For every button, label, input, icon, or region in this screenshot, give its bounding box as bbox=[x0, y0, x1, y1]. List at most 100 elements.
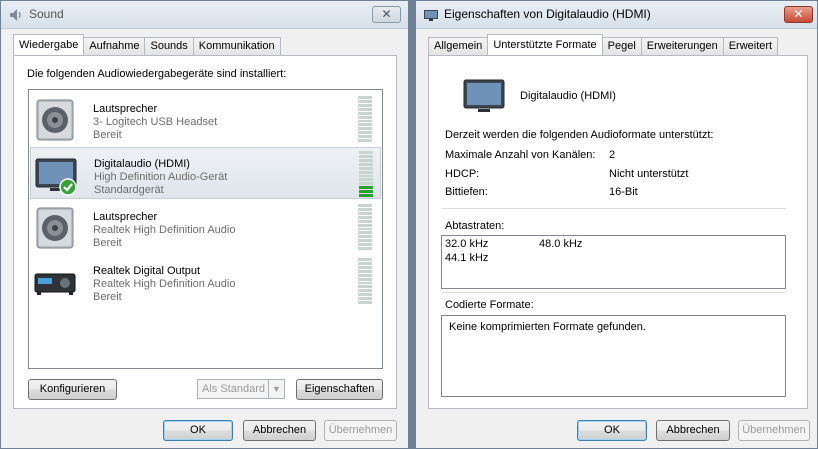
device-name: Lautsprecher bbox=[93, 211, 158, 223]
level-meter-segment bbox=[358, 131, 372, 135]
sample-rate-item: 44.1 kHz bbox=[445, 252, 489, 264]
device-item-realtek-digital[interactable]: Realtek Digital Output Realtek High Defi… bbox=[30, 255, 381, 307]
level-meter-segment bbox=[359, 154, 373, 158]
cancel-button[interactable]: Abbrechen bbox=[243, 420, 316, 441]
tab-erweiterungen[interactable]: Erweiterungen bbox=[640, 37, 724, 55]
encoded-formats-list[interactable]: Keine komprimierten Formate gefunden. bbox=[441, 315, 786, 397]
level-meter-segment bbox=[358, 127, 372, 131]
level-meter-segment bbox=[358, 227, 372, 231]
tab-wiedergabe[interactable]: Wiedergabe bbox=[13, 34, 85, 55]
prop-label-hdcp: HDCP: bbox=[445, 168, 480, 180]
level-meter-segment bbox=[359, 166, 373, 170]
tab-unterstuetzte-formate[interactable]: Unterstützte Formate bbox=[487, 34, 603, 55]
sound-tabs: Wiedergabe Aufnahme Sounds Kommunikation bbox=[13, 34, 281, 55]
level-meter bbox=[358, 204, 372, 251]
level-meter-segment bbox=[359, 194, 373, 198]
prop-value-bitdepth: 16-Bit bbox=[609, 186, 638, 198]
level-meter-segment bbox=[358, 107, 372, 111]
sample-rates-list[interactable]: 32.0 kHz 48.0 kHz 44.1 kHz bbox=[441, 235, 786, 289]
level-meter-segment bbox=[358, 111, 372, 115]
properties-tabs: Allgemein Unterstützte Formate Pegel Erw… bbox=[428, 34, 779, 55]
device-item-realtek-speaker[interactable]: Lautsprecher Realtek High Definition Aud… bbox=[30, 201, 381, 253]
level-meter-segment bbox=[358, 301, 372, 305]
tab-allgemein[interactable]: Allgemein bbox=[428, 37, 489, 55]
level-meter bbox=[358, 258, 372, 305]
level-meter-segment bbox=[359, 186, 373, 190]
configure-button[interactable]: Konfigurieren bbox=[28, 379, 117, 400]
device-description: Realtek High Definition Audio bbox=[93, 224, 236, 236]
level-meter-segment bbox=[358, 119, 372, 123]
divider bbox=[442, 208, 786, 209]
level-meter-segment bbox=[358, 293, 372, 297]
level-meter-segment bbox=[358, 247, 372, 251]
device-name: Digitalaudio (HDMI) bbox=[94, 158, 190, 170]
properties-titlebar[interactable]: Eigenschaften von Digitalaudio (HDMI) ✕ bbox=[416, 1, 817, 29]
divider bbox=[442, 292, 786, 293]
set-default-label: Als Standard bbox=[202, 383, 265, 395]
level-meter-segment bbox=[358, 273, 372, 277]
properties-button[interactable]: Eigenschaften bbox=[296, 379, 383, 400]
apply-button[interactable]: Übernehmen bbox=[738, 420, 810, 441]
set-default-dropdown[interactable]: Als Standard ▼ bbox=[197, 379, 285, 399]
sound-window: Sound ✕ Wiedergabe Aufnahme Sounds Kommu… bbox=[0, 0, 409, 449]
level-meter-segment bbox=[358, 139, 372, 143]
level-meter-segment bbox=[358, 265, 372, 269]
sound-titlebar[interactable]: Sound ✕ bbox=[1, 1, 408, 29]
device-name: Realtek Digital Output bbox=[93, 265, 200, 277]
level-meter-segment bbox=[358, 297, 372, 301]
encoded-formats-label: Codierte Formate: bbox=[445, 299, 534, 311]
device-status: Standardgerät bbox=[94, 184, 164, 196]
level-meter bbox=[358, 96, 372, 143]
monitor-small-icon bbox=[424, 10, 438, 21]
device-list[interactable]: Lautsprecher 3- Logitech USB Headset Ber… bbox=[28, 89, 383, 369]
tab-sounds[interactable]: Sounds bbox=[144, 37, 194, 55]
level-meter-segment bbox=[358, 207, 372, 211]
ok-button[interactable]: OK bbox=[163, 420, 233, 441]
level-meter-segment bbox=[359, 151, 373, 154]
level-meter-segment bbox=[358, 239, 372, 243]
tab-kommunikation[interactable]: Kommunikation bbox=[192, 37, 281, 55]
level-meter-segment bbox=[358, 103, 372, 107]
sample-rate-item: 32.0 kHz bbox=[445, 238, 489, 250]
apply-button[interactable]: Übernehmen bbox=[324, 420, 397, 441]
device-status: Bereit bbox=[93, 129, 122, 141]
level-meter-segment bbox=[358, 258, 372, 261]
device-name: Lautsprecher bbox=[93, 103, 158, 115]
tab-erweitert[interactable]: Erweitert bbox=[722, 37, 779, 55]
tab-aufnahme[interactable]: Aufnahme bbox=[83, 37, 146, 55]
monitor-icon bbox=[35, 158, 77, 196]
cancel-button[interactable]: Abbrechen bbox=[656, 420, 730, 441]
level-meter-segment bbox=[359, 158, 373, 162]
properties-close-button[interactable]: ✕ bbox=[784, 6, 813, 23]
tab-pegel[interactable]: Pegel bbox=[601, 37, 642, 55]
level-meter-segment bbox=[358, 235, 372, 239]
level-meter-segment bbox=[358, 223, 372, 227]
level-meter-segment bbox=[358, 211, 372, 215]
chevron-down-icon[interactable]: ▼ bbox=[268, 380, 284, 398]
ok-button[interactable]: OK bbox=[577, 420, 647, 441]
level-meter-segment bbox=[359, 178, 373, 182]
device-item-hdmi[interactable]: Digitalaudio (HDMI) High Definition Audi… bbox=[30, 147, 381, 199]
level-meter-segment bbox=[358, 243, 372, 247]
device-item-logitech-speaker[interactable]: Lautsprecher 3- Logitech USB Headset Ber… bbox=[30, 93, 381, 145]
receiver-icon bbox=[34, 273, 76, 295]
level-meter-segment bbox=[358, 96, 372, 99]
device-title: Digitalaudio (HDMI) bbox=[520, 90, 616, 102]
level-meter-segment bbox=[358, 285, 372, 289]
prop-value-channels: 2 bbox=[609, 149, 616, 161]
prop-label-bitdepth: Bittiefen: bbox=[445, 186, 488, 198]
level-meter-segment bbox=[358, 215, 372, 219]
sound-window-title: Sound bbox=[29, 7, 64, 21]
level-meter-segment bbox=[358, 123, 372, 127]
device-status: Bereit bbox=[93, 291, 122, 303]
sample-rate-item: 48.0 kHz bbox=[539, 238, 583, 250]
properties-window-title: Eigenschaften von Digitalaudio (HDMI) bbox=[444, 7, 651, 21]
level-meter-segment bbox=[358, 289, 372, 293]
level-meter-segment bbox=[358, 281, 372, 285]
speaker-icon bbox=[36, 99, 74, 141]
device-description: Realtek High Definition Audio bbox=[93, 278, 236, 290]
sound-close-button[interactable]: ✕ bbox=[372, 6, 401, 23]
level-meter-segment bbox=[359, 170, 373, 174]
level-meter-segment bbox=[359, 182, 373, 186]
level-meter-segment bbox=[358, 135, 372, 139]
